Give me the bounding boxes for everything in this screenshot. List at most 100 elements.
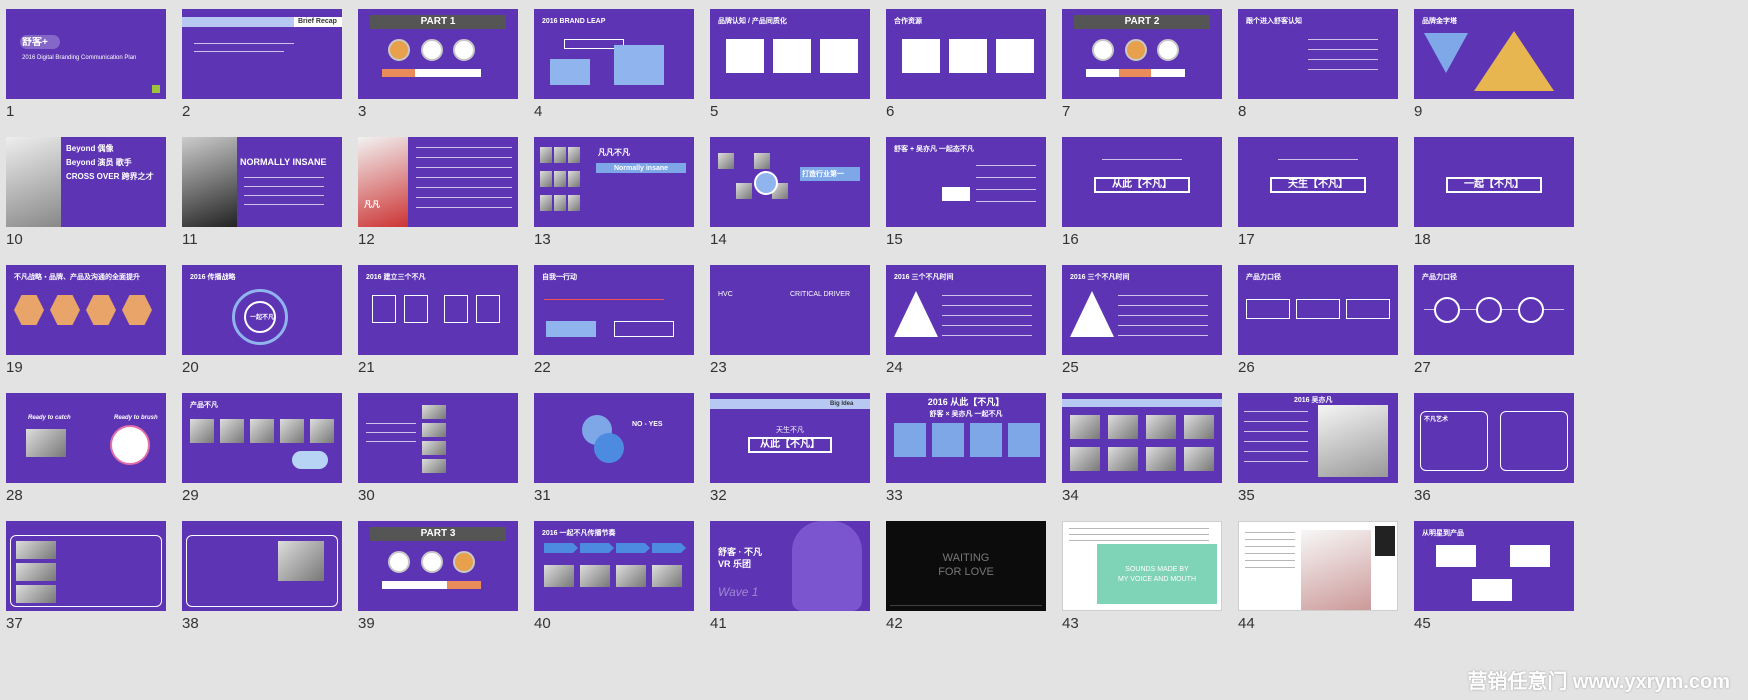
slide-thumbnail[interactable]: 2016 BRAND LEAP 4 [528, 0, 698, 130]
slide-thumbnail[interactable]: 舒客 + 吴亦凡 一起态不凡 15 [880, 128, 1050, 258]
slide-thumbnail[interactable]: 2016 建立三个不凡 21 [352, 256, 522, 386]
portrait-photo [6, 137, 61, 227]
hex-icon [14, 295, 44, 325]
slide-thumbnail[interactable]: PART 1 3 [352, 0, 522, 130]
text-line [942, 315, 1032, 316]
slide-thumbnail[interactable]: 打造行业第一 14 [704, 128, 874, 258]
slide-thumbnail[interactable]: 2016 三个不凡时间 24 [880, 256, 1050, 386]
slide-title: 2016 传播战略 [190, 274, 236, 281]
slide-thumbnail[interactable]: 2016 吴亦凡 35 [1232, 384, 1402, 514]
slide-thumbnail[interactable]: 从明星到产品 45 [1408, 512, 1578, 642]
thumb-photo [1070, 447, 1100, 471]
slide-preview: 2016 一起不凡传播节奏 [534, 521, 694, 611]
slide-title: PART 2 [1124, 16, 1160, 27]
slide-thumbnail[interactable]: Ready to catch Ready to brush 28 [0, 384, 170, 514]
product-box [1472, 579, 1512, 601]
slide-thumbnail[interactable]: SOUNDS MADE BY MY VOICE AND MOUTH 43 [1056, 512, 1226, 642]
slide-title: 天生【不凡】 [1288, 179, 1348, 190]
label-box [1086, 69, 1120, 77]
slide-thumbnail[interactable]: 2016 从此【不凡】 舒客 × 吴亦凡 一起不凡 33 [880, 384, 1050, 514]
thumb-photo [554, 195, 566, 211]
slide-number: 6 [886, 103, 895, 120]
pyramid [1474, 31, 1554, 91]
thumb-photo [540, 195, 552, 211]
slide-thumbnail[interactable]: 舒客+ 2016 Digital Branding Communication P… [0, 0, 170, 130]
slide-thumbnail[interactable]: 2016 三个不凡时间 25 [1056, 256, 1226, 386]
slide-thumbnail[interactable]: 从此【不凡】 16 [1056, 128, 1226, 258]
slide-number: 8 [1238, 103, 1247, 120]
slide-thumbnail[interactable]: 不凡战略・品牌、产品及沟通的全面提升 19 [0, 256, 170, 386]
text-line [244, 204, 324, 205]
slide-thumbnail[interactable]: 舒客 · 不凡 VR 乐团 Wave 1 41 [704, 512, 874, 642]
text-line [1069, 540, 1209, 541]
thumb-photo [250, 419, 274, 443]
portrait-photo [1318, 405, 1388, 477]
slide-thumbnail[interactable]: 2016 一起不凡传播节奏 40 [528, 512, 698, 642]
text-line [976, 201, 1036, 202]
slide-thumbnail[interactable]: 44 [1232, 512, 1402, 642]
slide-thumbnail[interactable]: Big Idea 天生不凡 从此【不凡】 32 [704, 384, 874, 514]
slide-title: 2016 三个不凡时间 [1070, 274, 1130, 281]
info-card [902, 39, 940, 73]
slide-preview: 不凡艺术 [1414, 393, 1574, 483]
slide-thumbnail[interactable]: 34 [1056, 384, 1226, 514]
slide-preview: 自我一行动 [534, 265, 694, 355]
highlight-box [546, 321, 596, 337]
slide-thumbnail[interactable]: 30 [352, 384, 522, 514]
thumb-photo [1070, 415, 1100, 439]
slide-thumbnail[interactable]: HVC CRITICAL DRIVER 23 [704, 256, 874, 386]
slide-thumbnail[interactable]: 产品不凡 29 [176, 384, 346, 514]
slide-thumbnail[interactable]: 38 [176, 512, 346, 642]
slide-number: 29 [182, 487, 199, 504]
slide-title: Ready to brush [114, 415, 158, 421]
slide-thumbnail[interactable]: 凡凡不凡 Normally insane 13 [528, 128, 698, 258]
slide-thumbnail[interactable]: 自我一行动 22 [528, 256, 698, 386]
slide-number: 32 [710, 487, 727, 504]
thumb-photo [310, 419, 334, 443]
slide-thumbnail[interactable]: 产品力口径 27 [1408, 256, 1578, 386]
thumb-photo [554, 171, 566, 187]
slide-thumbnail[interactable]: PART 3 39 [352, 512, 522, 642]
slide-thumbnail[interactable]: 品牌金字塔 9 [1408, 0, 1578, 130]
slide-thumbnail[interactable]: 跟个进入舒客认知 8 [1232, 0, 1402, 130]
portrait-photo [182, 137, 237, 227]
slide-number: 21 [358, 359, 375, 376]
slide-thumbnail[interactable]: Brief Recap 2 [176, 0, 346, 130]
text-line [416, 167, 512, 168]
text-line [416, 157, 512, 158]
slide-thumbnail[interactable]: 合作资源 6 [880, 0, 1050, 130]
label-box [382, 69, 416, 77]
text-line [1308, 59, 1378, 60]
slide-thumbnail[interactable]: 凡凡 12 [352, 128, 522, 258]
info-card [996, 39, 1034, 73]
slide-thumbnail[interactable]: PART 2 7 [1056, 0, 1226, 130]
slide-title: MY VOICE AND MOUTH [1117, 576, 1197, 583]
slide-preview: Brief Recap [182, 9, 342, 99]
slide-title: CROSS OVER 跨界之才 [66, 172, 154, 181]
text-line [1118, 305, 1208, 306]
thumb-photo [544, 565, 574, 587]
step-box [372, 295, 396, 323]
slide-thumbnail[interactable]: NO - YES 31 [528, 384, 698, 514]
step-box [1246, 299, 1290, 319]
slide-thumbnail[interactable]: NORMALLY INSANE 11 [176, 128, 346, 258]
slide-thumbnail[interactable]: 产品力口径 26 [1232, 256, 1402, 386]
slide-thumbnail[interactable]: 37 [0, 512, 170, 642]
slide-thumbnail[interactable]: Beyond 偶像 Beyond 演员 歌手 CROSS OVER 跨界之才 10 [0, 128, 170, 258]
slide-title: 一起【不凡】 [1464, 179, 1524, 190]
slide-thumbnail[interactable]: 品牌认知 / 产品同质化 5 [704, 0, 874, 130]
text-line [416, 187, 512, 188]
slide-thumbnail[interactable]: WAITING FOR LOVE 42 [880, 512, 1050, 642]
thumb-photo [1375, 526, 1395, 556]
slide-thumbnail[interactable]: 天生【不凡】 17 [1232, 128, 1402, 258]
blue-panel [550, 59, 590, 85]
label-box [1119, 69, 1153, 77]
slide-thumbnail[interactable]: 不凡艺术 36 [1408, 384, 1578, 514]
text-line [1244, 421, 1308, 422]
slide-number: 12 [358, 231, 375, 248]
text-line [1118, 315, 1208, 316]
slide-number: 13 [534, 231, 551, 248]
slide-thumbnail[interactable]: 2016 传播战略 一起不凡 20 [176, 256, 346, 386]
slide-thumbnail[interactable]: 一起【不凡】 18 [1408, 128, 1578, 258]
text-line [1244, 431, 1308, 432]
